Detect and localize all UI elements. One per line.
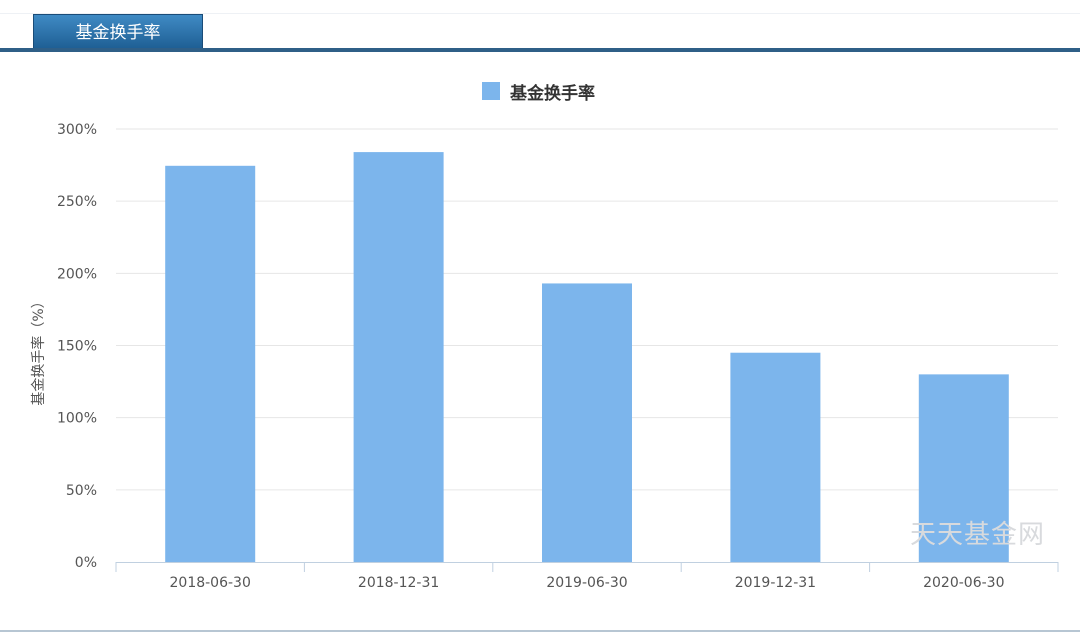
x-tick-label: 2019-06-30 xyxy=(546,575,627,591)
y-tick-label: 250% xyxy=(57,194,97,210)
y-tick-label: 100% xyxy=(57,411,97,427)
x-tick-label: 2018-06-30 xyxy=(170,575,251,591)
y-tick-label: 200% xyxy=(57,266,97,282)
y-tick-label: 50% xyxy=(66,483,97,499)
bar xyxy=(165,165,256,562)
x-tick-label: 2018-12-31 xyxy=(358,575,439,591)
y-tick-label: 300% xyxy=(57,122,97,138)
watermark-logo-text: 天天基金网 xyxy=(910,520,1046,550)
y-tick-label: 150% xyxy=(57,339,97,355)
bar xyxy=(353,152,444,563)
y-tick-label: 0% xyxy=(75,555,97,571)
x-tick-label: 2019-12-31 xyxy=(735,575,816,591)
x-tick-label: 2020-06-30 xyxy=(923,575,1004,591)
bar xyxy=(730,352,821,562)
bar xyxy=(542,283,632,562)
